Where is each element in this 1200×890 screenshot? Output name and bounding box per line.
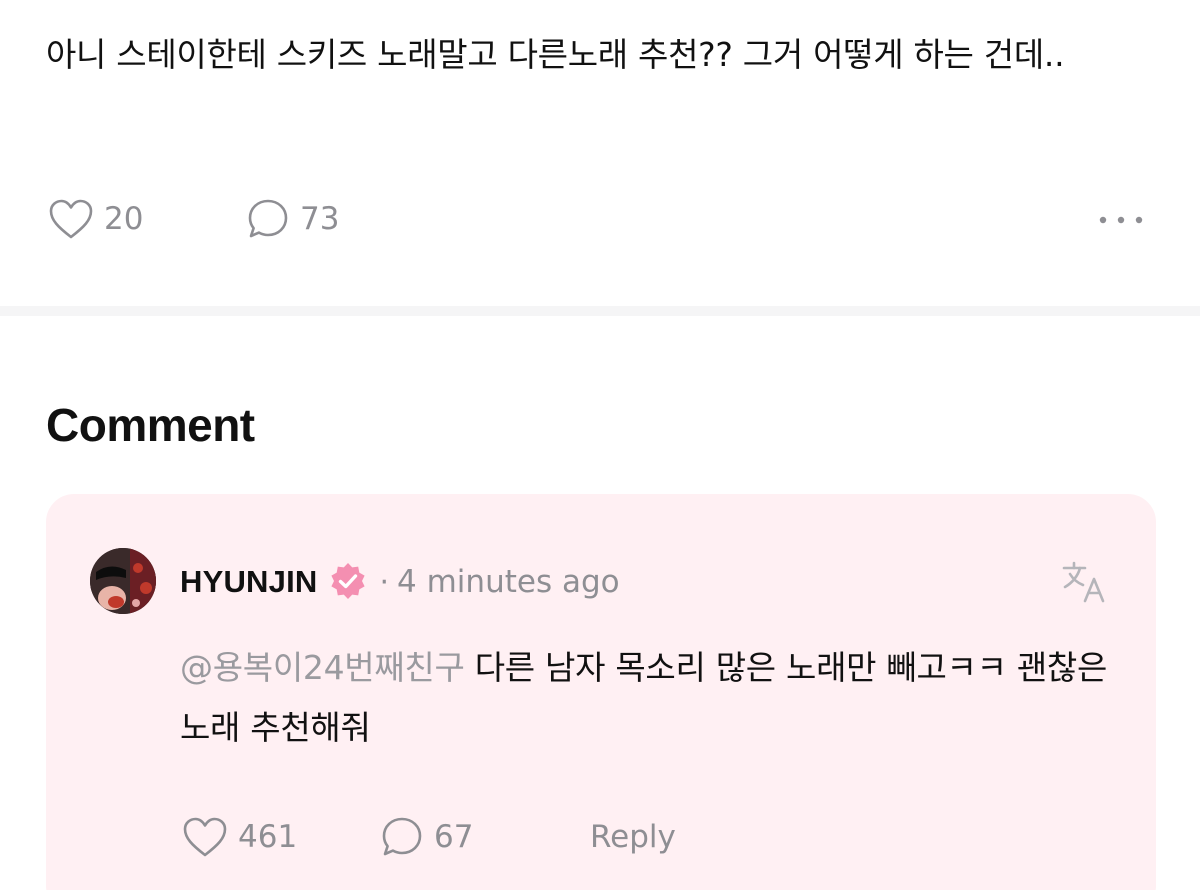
reply-button[interactable]: Reply (590, 812, 676, 862)
comment-actions: 461 67 Reply (180, 812, 1110, 862)
post-comment-count: 73 (300, 201, 340, 237)
more-horizontal-icon (1098, 210, 1144, 229)
verified-badge-icon (327, 561, 369, 603)
comment-text: @용복이24번째친구 다른 남자 목소리 많은 노래만 빼고ㅋㅋ 괜찮은 노래 … (180, 638, 1110, 758)
translate-icon (1061, 559, 1107, 609)
comment-like-button[interactable]: 461 (182, 812, 297, 862)
post-like-button[interactable]: 20 (48, 194, 143, 244)
heart-icon (182, 816, 228, 858)
section-divider (0, 306, 1200, 316)
post-like-count: 20 (104, 201, 144, 237)
comment-replies-button[interactable]: 67 (380, 812, 473, 862)
comments-heading: Comment (46, 399, 255, 451)
meta-separator: · (379, 564, 390, 600)
post-comment-button[interactable]: 73 (246, 194, 339, 244)
avatar[interactable] (90, 548, 156, 614)
comment-card: HYUNJIN · 4 minutes ago @용복이24번째친구 다른 남자… (46, 494, 1156, 890)
comment-reply-count: 67 (434, 819, 474, 855)
post-text: 아니 스테이한테 스키즈 노래말고 다른노래 추천?? 그거 어떻게 하는 건데… (46, 35, 1065, 74)
more-options-button[interactable] (1096, 194, 1146, 244)
mention-link[interactable]: @용복이24번째친구 (180, 648, 465, 687)
page: 아니 스테이한테 스키즈 노래말고 다른노래 추천?? 그거 어떻게 하는 건데… (0, 0, 1200, 890)
speech-bubble-icon (380, 815, 424, 859)
heart-icon (48, 198, 94, 240)
speech-bubble-icon (246, 197, 290, 241)
comment-timestamp: 4 minutes ago (397, 564, 620, 600)
comment-author-row: HYUNJIN · 4 minutes ago (180, 558, 620, 606)
author-name[interactable]: HYUNJIN (180, 564, 317, 600)
post-actions: 20 73 (46, 194, 1156, 244)
comment-like-count: 461 (238, 819, 298, 855)
translate-button[interactable] (1060, 560, 1108, 608)
